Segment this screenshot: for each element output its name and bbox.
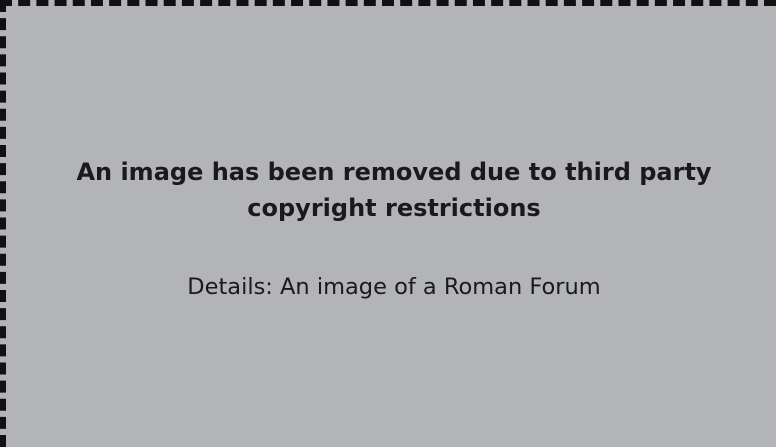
copyright-notice-line-2: copyright restrictions — [247, 194, 541, 222]
removed-image-placeholder: An image has been removed due to third p… — [0, 0, 776, 447]
copyright-notice-title: An image has been removed due to third p… — [6, 154, 776, 226]
copyright-notice-line-1: An image has been removed due to third p… — [76, 158, 712, 186]
image-details-text: Details: An image of a Roman Forum — [187, 274, 601, 300]
